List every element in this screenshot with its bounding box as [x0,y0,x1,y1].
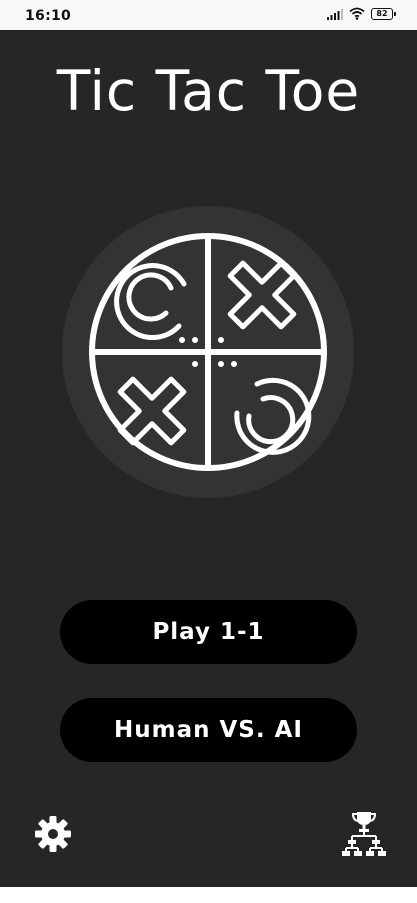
system-nav-bar [0,887,417,903]
status-bar: 16:10 82 [0,0,417,30]
main-menu-screen: Tic Tac Toe Play 1-1 Human VS. AI [0,30,417,896]
app-title: Tic Tac Toe [56,59,361,123]
status-icons: 82 [327,7,396,20]
wifi-icon [349,7,365,20]
signal-icon [327,8,343,20]
human-vs-ai-button[interactable]: Human VS. AI [60,698,357,762]
status-time: 16:10 [25,8,72,24]
tic-tac-toe-logo-icon [62,206,354,498]
gear-icon[interactable] [34,815,72,853]
battery-icon: 82 [371,7,396,20]
play-1v1-button[interactable]: Play 1-1 [60,600,357,664]
battery-level: 82 [376,8,388,18]
trophy-tournament-icon[interactable] [340,810,388,858]
